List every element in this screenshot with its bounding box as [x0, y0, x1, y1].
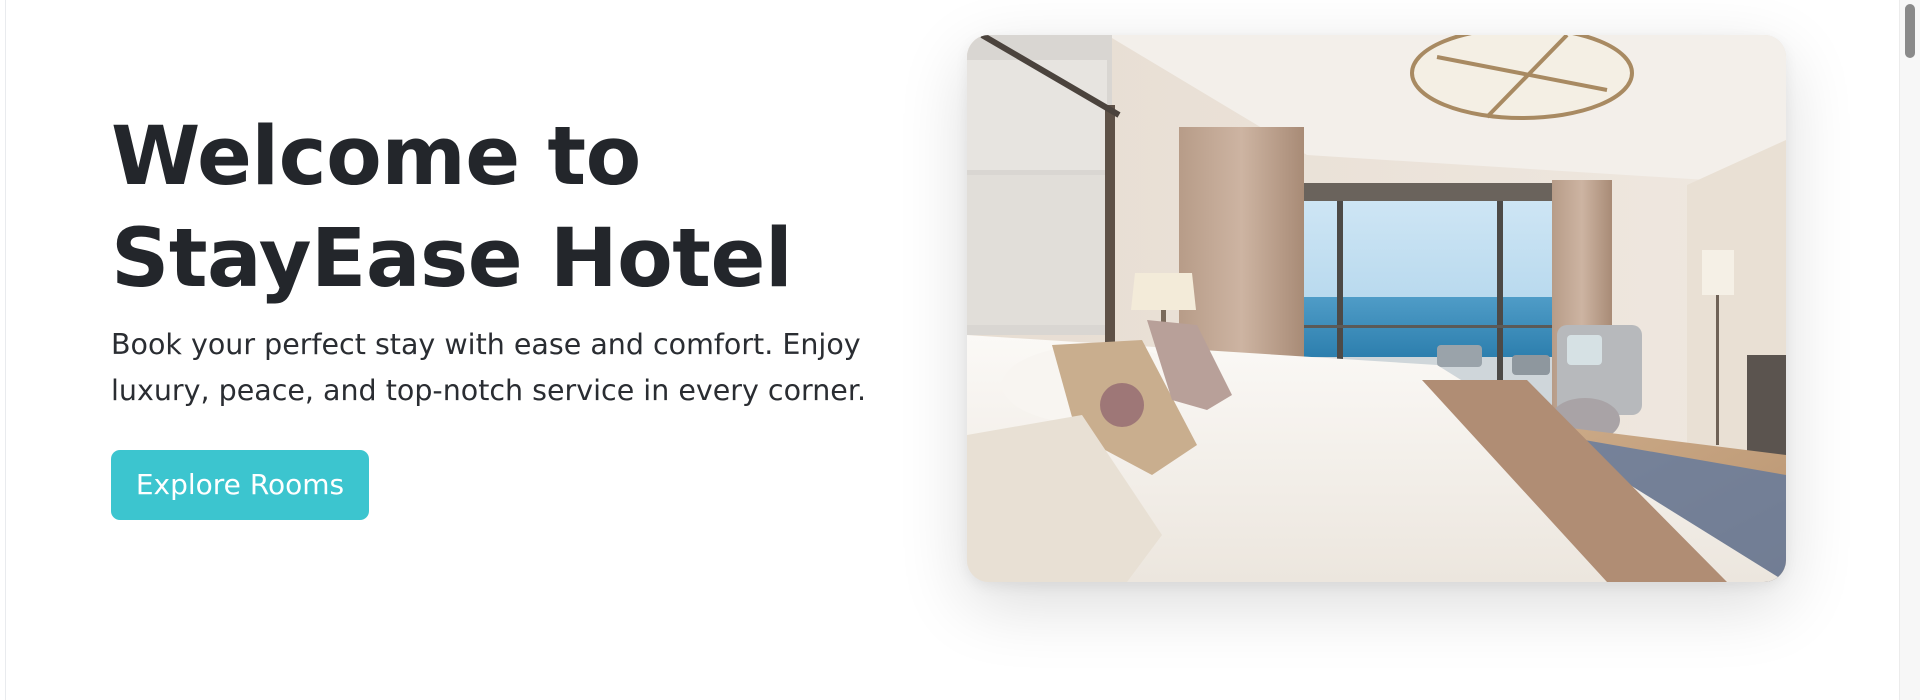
- hero-room-image: [967, 35, 1786, 582]
- explore-rooms-button[interactable]: Explore Rooms: [111, 450, 369, 520]
- hero-title-line1: Welcome to: [111, 110, 641, 204]
- hero-subtitle: Book your perfect stay with ease and com…: [111, 328, 866, 407]
- scrollbar[interactable]: [1899, 0, 1920, 700]
- scrollbar-thumb[interactable]: [1905, 4, 1915, 58]
- hero-title: Welcome to StayEase Hotel: [111, 106, 891, 310]
- hero-section: Welcome to StayEase Hotel Book your perf…: [0, 0, 1900, 700]
- hero-text-block: Welcome to StayEase Hotel Book your perf…: [111, 106, 891, 414]
- hero-title-line2: StayEase Hotel: [111, 212, 793, 306]
